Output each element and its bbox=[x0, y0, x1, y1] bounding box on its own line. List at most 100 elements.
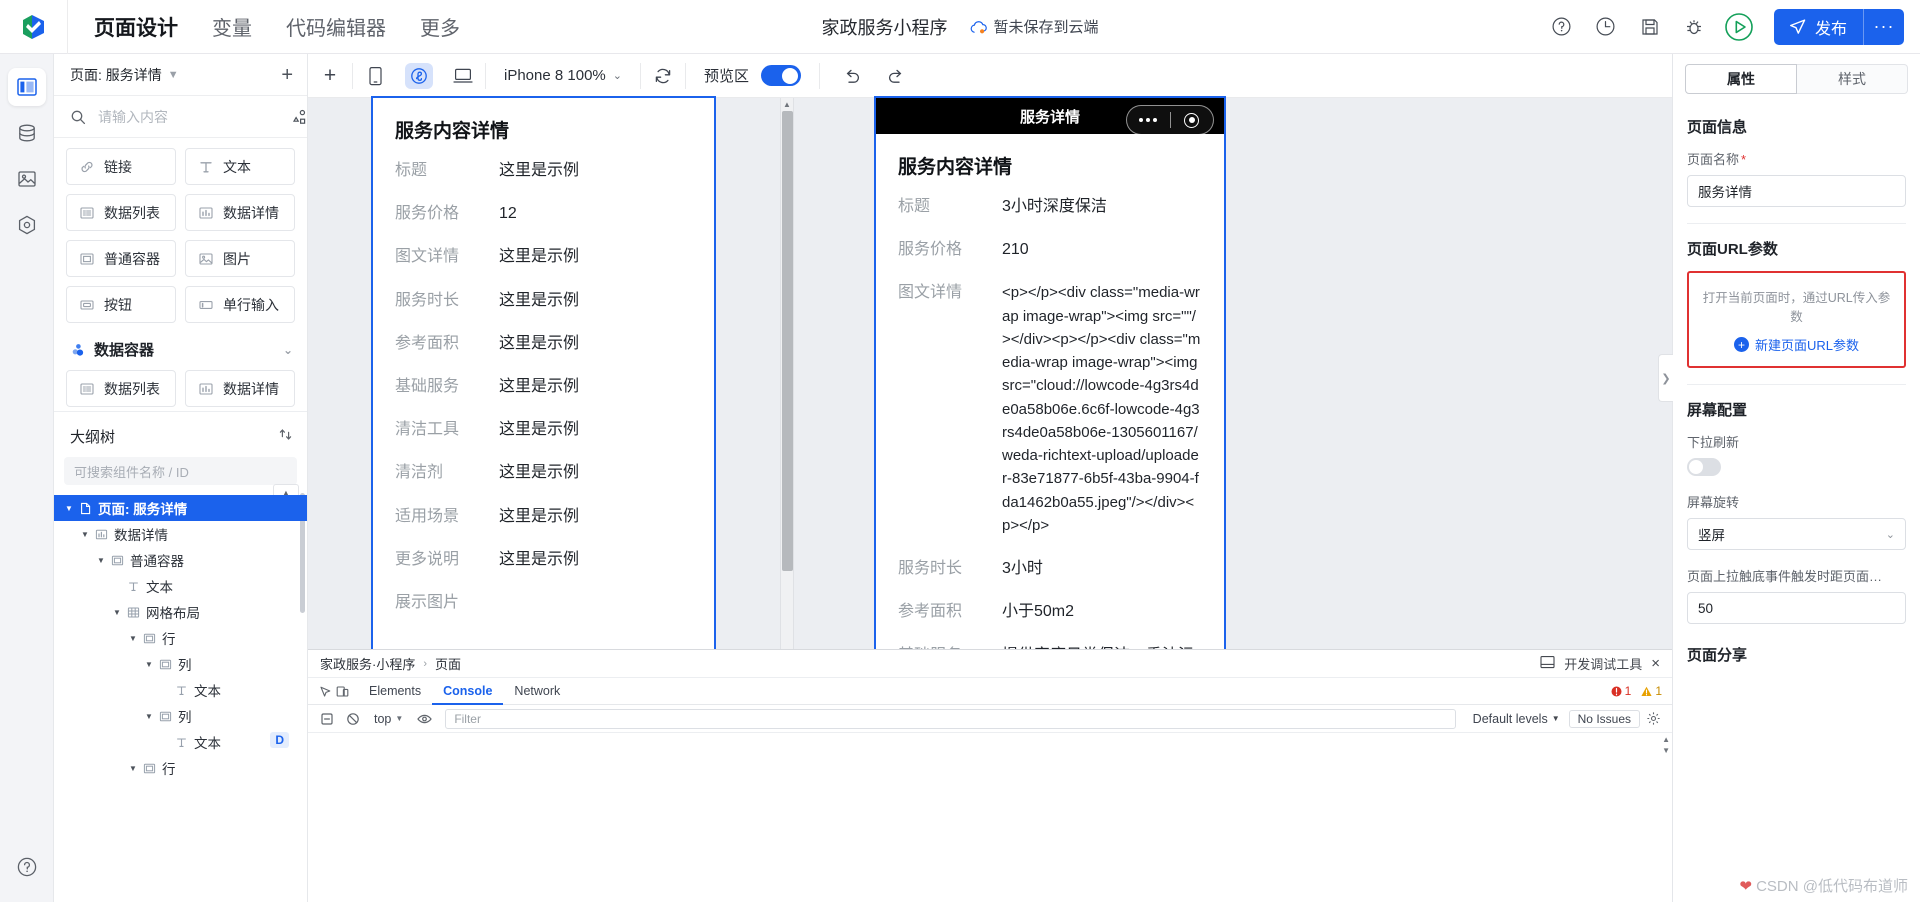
no-entry-icon[interactable] bbox=[340, 705, 366, 733]
design-row[interactable]: 服务价格 12 bbox=[395, 202, 692, 225]
expand-arrow-icon[interactable]: ▼ bbox=[142, 712, 156, 721]
design-row[interactable]: 基础服务 这里是示例 bbox=[395, 375, 692, 398]
search-input[interactable] bbox=[96, 107, 281, 126]
expand-arrow-icon[interactable]: ▼ bbox=[94, 556, 108, 565]
panel-collapse-handle[interactable]: ❯ bbox=[1658, 354, 1673, 402]
nav-variables[interactable]: 变量 bbox=[212, 12, 252, 41]
tree-node-text-3[interactable]: 文本 D bbox=[54, 729, 307, 755]
devtools-inspect-icons[interactable] bbox=[316, 685, 358, 698]
expand-arrow-icon[interactable]: ▼ bbox=[78, 530, 92, 539]
tree-node-data-detail[interactable]: ▼ 数据详情 bbox=[54, 521, 307, 547]
rail-image-assets[interactable] bbox=[8, 160, 46, 198]
page-name-input[interactable]: 服务详情 bbox=[1687, 175, 1906, 207]
design-row[interactable]: 服务时长 这里是示例 bbox=[395, 289, 692, 312]
nav-more[interactable]: 更多 bbox=[420, 12, 460, 41]
capsule-close-icon[interactable] bbox=[1171, 112, 1214, 128]
console-levels-selector[interactable]: Default levels ▼ bbox=[1464, 711, 1569, 727]
component-data-list[interactable]: 数据列表 bbox=[66, 194, 176, 231]
component-data-list-2[interactable]: 数据列表 bbox=[66, 370, 176, 407]
screen-rotate-select[interactable]: 竖屏 ⌄ bbox=[1687, 518, 1906, 550]
design-row[interactable]: 适用场景 这里是示例 bbox=[395, 505, 692, 528]
warning-count-badge[interactable]: 1 bbox=[1641, 684, 1662, 698]
save-icon[interactable] bbox=[1628, 0, 1672, 54]
console-output[interactable]: ▲ ▼ bbox=[308, 733, 1672, 902]
run-play-icon[interactable] bbox=[1716, 0, 1762, 54]
tree-node-row-1[interactable]: ▼ 行 bbox=[54, 625, 307, 651]
nav-page-design[interactable]: 页面设计 bbox=[94, 12, 178, 42]
design-row[interactable]: 清洁工具 这里是示例 bbox=[395, 418, 692, 441]
app-logo[interactable] bbox=[0, 0, 68, 54]
miniprogram-capsule[interactable] bbox=[1126, 105, 1214, 135]
console-issues-button[interactable]: No Issues bbox=[1568, 709, 1640, 728]
publish-button[interactable]: 发布 bbox=[1774, 9, 1863, 45]
rail-database[interactable] bbox=[8, 114, 46, 152]
rail-plugin[interactable] bbox=[8, 206, 46, 244]
outline-search[interactable]: 可搜索组件名称 / ID bbox=[64, 457, 297, 485]
add-url-param-button[interactable]: + 新建页面URL参数 bbox=[1699, 335, 1894, 354]
tab-styles[interactable]: 样式 bbox=[1797, 64, 1908, 94]
breadcrumb-project[interactable]: 家政服务·小程序 bbox=[320, 654, 415, 673]
design-row[interactable]: 更多说明 这里是示例 bbox=[395, 548, 692, 571]
history-icon[interactable] bbox=[1584, 0, 1628, 54]
tree-node-text-2[interactable]: 文本 bbox=[54, 677, 307, 703]
device-size-selector[interactable]: iPhone 8 100% ⌄ bbox=[486, 67, 640, 84]
group-data-container[interactable]: 数据容器 ⌄ bbox=[66, 323, 295, 370]
chevron-down-icon[interactable]: ⌄ bbox=[283, 343, 293, 357]
component-tree-toggle-icon[interactable] bbox=[291, 109, 307, 125]
tree-node-container[interactable]: ▼ 普通容器 bbox=[54, 547, 307, 573]
tree-node-grid[interactable]: ▼ 网格布局 bbox=[54, 599, 307, 625]
device-mobile-button[interactable] bbox=[353, 54, 397, 98]
canvas-refresh-button[interactable] bbox=[641, 54, 685, 98]
gear-icon[interactable] bbox=[1640, 711, 1666, 726]
component-text[interactable]: 文本 bbox=[185, 148, 295, 185]
expand-arrow-icon[interactable]: ▼ bbox=[126, 764, 140, 773]
eye-icon[interactable] bbox=[411, 705, 437, 733]
redo-button[interactable] bbox=[874, 54, 918, 98]
component-input[interactable]: 单行输入 bbox=[185, 286, 295, 323]
expand-arrow-icon[interactable]: ▼ bbox=[126, 634, 140, 643]
component-container[interactable]: 普通容器 bbox=[66, 240, 176, 277]
add-page-button[interactable]: + bbox=[281, 65, 293, 85]
devtools-tab-network[interactable]: Network bbox=[503, 678, 571, 705]
error-count-badge[interactable]: 1 bbox=[1611, 684, 1631, 698]
canvas-add-button[interactable]: + bbox=[308, 54, 352, 98]
component-button[interactable]: 按钮 bbox=[66, 286, 176, 323]
expand-arrow-icon[interactable]: ▼ bbox=[142, 660, 156, 669]
scroll-up-arrow-icon[interactable]: ▲ bbox=[783, 100, 791, 109]
preview-toggle[interactable] bbox=[760, 65, 801, 86]
clear-console-icon[interactable] bbox=[314, 705, 340, 733]
expand-arrow-icon[interactable]: ▼ bbox=[62, 504, 76, 513]
rail-help[interactable] bbox=[8, 848, 46, 886]
breadcrumb-page[interactable]: 页面 bbox=[435, 654, 461, 673]
component-data-detail[interactable]: 数据详情 bbox=[185, 194, 295, 231]
nav-code-editor[interactable]: 代码编辑器 bbox=[286, 12, 386, 41]
devtools-tab-console[interactable]: Console bbox=[432, 678, 503, 705]
console-filter-input[interactable]: Filter bbox=[445, 708, 1456, 729]
outline-sort-icon[interactable] bbox=[278, 427, 293, 446]
component-image[interactable]: 图片 bbox=[185, 240, 295, 277]
tree-node-page[interactable]: ▼ 页面: 服务详情 bbox=[54, 495, 307, 521]
publish-button-group[interactable]: 发布 ··· bbox=[1773, 8, 1904, 45]
rail-layout-panel[interactable] bbox=[7, 68, 46, 106]
scrollbar-thumb[interactable] bbox=[781, 111, 793, 571]
console-scroll-arrows[interactable]: ▲ ▼ bbox=[1662, 735, 1670, 755]
devtools-tab-elements[interactable]: Elements bbox=[358, 678, 432, 705]
scroll-down-arrow-icon[interactable]: ▼ bbox=[1662, 746, 1670, 755]
expand-arrow-icon[interactable]: ▼ bbox=[110, 608, 124, 617]
design-row[interactable]: 展示图片 bbox=[395, 591, 692, 614]
undo-button[interactable] bbox=[830, 54, 874, 98]
publish-more-button[interactable]: ··· bbox=[1864, 9, 1904, 45]
bottom-distance-input[interactable]: 50 bbox=[1687, 592, 1906, 624]
capsule-menu-icon[interactable] bbox=[1127, 118, 1170, 122]
help-icon[interactable] bbox=[1540, 0, 1584, 54]
console-context-selector[interactable]: top ▼ bbox=[366, 712, 411, 726]
tree-node-col-2[interactable]: ▼ 列 bbox=[54, 703, 307, 729]
design-row[interactable]: 标题 这里是示例 bbox=[395, 159, 692, 182]
pulldown-refresh-toggle[interactable] bbox=[1687, 458, 1721, 476]
component-data-detail-2[interactable]: 数据详情 bbox=[185, 370, 295, 407]
tab-properties[interactable]: 属性 bbox=[1685, 64, 1797, 94]
close-icon[interactable]: × bbox=[1651, 655, 1660, 672]
design-row[interactable]: 清洁剂 这里是示例 bbox=[395, 461, 692, 484]
page-selector[interactable]: 页面: 服务详情 ▼ + bbox=[54, 54, 307, 96]
design-row[interactable]: 图文详情 这里是示例 bbox=[395, 245, 692, 268]
